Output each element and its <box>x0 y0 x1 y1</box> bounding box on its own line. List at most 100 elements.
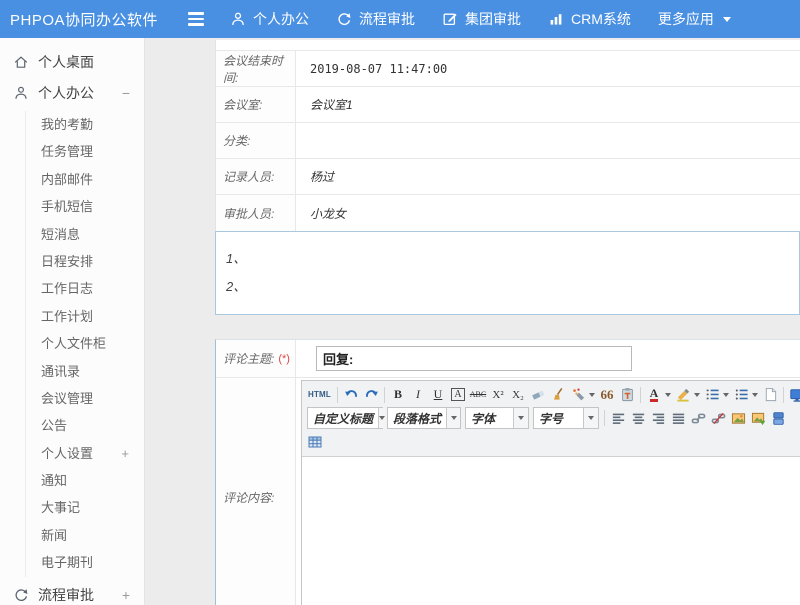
paint-format-icon[interactable] <box>569 384 588 405</box>
table-row: 评论主题: (*) <box>216 340 800 378</box>
undo-icon[interactable] <box>342 384 361 405</box>
underline-button[interactable]: U <box>429 384 448 405</box>
table-row: 记录人员: 杨过 <box>216 159 800 195</box>
sidebar-item-label: 个人办公 <box>38 83 94 103</box>
sidebar-item-label: 个人桌面 <box>38 52 94 72</box>
sidebar-item-workflow-approval[interactable]: 流程审批 + <box>0 580 144 605</box>
sidebar-item-work-diary[interactable]: 工作日志 <box>26 275 144 302</box>
font-size-select[interactable]: 字号 <box>533 407 599 429</box>
chevron-down-icon[interactable] <box>589 393 595 397</box>
nav-group-approval[interactable]: 集团审批 <box>442 9 521 29</box>
nav-label: 集团审批 <box>465 9 521 29</box>
chevron-down-icon[interactable] <box>752 393 758 397</box>
sidebar-item-desktop[interactable]: 个人桌面 <box>0 46 144 77</box>
sidebar-item-internal-mail[interactable]: 内部邮件 <box>26 166 144 193</box>
sidebar-item-personal-office[interactable]: 个人办公 − <box>0 77 144 108</box>
chevron-down-icon[interactable] <box>665 393 671 397</box>
field-label-recorder: 记录人员: <box>216 159 296 194</box>
html-source-button[interactable]: HTML <box>306 384 334 405</box>
sidebar-item-work-plan[interactable]: 工作计划 <box>26 303 144 330</box>
table-icon[interactable] <box>306 431 325 452</box>
collapse-icon[interactable]: − <box>122 85 130 101</box>
align-justify-icon[interactable] <box>669 408 688 429</box>
comment-subject-input[interactable] <box>316 346 632 371</box>
image-icon[interactable] <box>729 408 748 429</box>
home-icon <box>13 54 29 70</box>
link-icon[interactable] <box>689 408 708 429</box>
chevron-down-icon <box>379 416 385 420</box>
flow-icon <box>336 11 352 27</box>
chevron-down-icon[interactable] <box>723 393 729 397</box>
chevron-down-icon <box>518 416 524 420</box>
nav-workflow-approval[interactable]: 流程审批 <box>336 9 415 29</box>
nav-personal-office[interactable]: 个人办公 <box>230 9 309 29</box>
hamburger-menu-icon[interactable] <box>188 12 204 26</box>
sidebar-item-task-management[interactable]: 任务管理 <box>26 138 144 165</box>
eraser-icon[interactable] <box>529 384 548 405</box>
table-row <box>216 40 800 51</box>
sidebar-item-e-journal[interactable]: 电子期刊 <box>26 549 144 576</box>
font-color-button[interactable]: A <box>645 384 664 405</box>
chevron-down-icon[interactable] <box>694 393 700 397</box>
main-content: 会议结束时间: 2019-08-07 11:47:00 会议室: 会议室1 分类… <box>145 38 800 605</box>
heading-select[interactable]: 自定义标题 <box>307 407 383 429</box>
person-icon <box>230 11 246 27</box>
comment-content-label: 评论内容: <box>216 378 296 605</box>
blockquote-button[interactable]: 66 <box>598 384 617 405</box>
font-family-select[interactable]: 字体 <box>465 407 529 429</box>
align-right-icon[interactable] <box>649 408 668 429</box>
sidebar-item-memorabilia[interactable]: 大事记 <box>26 494 144 521</box>
sidebar-item-meeting-management[interactable]: 会议管理 <box>26 385 144 412</box>
unordered-list-icon[interactable] <box>732 384 751 405</box>
ordered-list-icon[interactable] <box>703 384 722 405</box>
expand-icon[interactable]: + <box>122 587 130 603</box>
sidebar-item-schedule[interactable]: 日程安排 <box>26 248 144 275</box>
sidebar-item-label: 流程审批 <box>38 585 94 605</box>
expand-icon[interactable]: + <box>121 440 129 467</box>
toolbar-separator <box>337 387 338 403</box>
sidebar-item-personal-file-cabinet[interactable]: 个人文件柜 <box>26 330 144 357</box>
sidebar-item-personal-settings[interactable]: 个人设置+ <box>26 440 144 467</box>
editor-content-area[interactable] <box>302 457 800 605</box>
required-mark: (*) <box>278 353 290 365</box>
top-nav: 个人办公 流程审批 集团审批 CRM系统 更多应用 <box>230 9 751 29</box>
sidebar-item-contacts[interactable]: 通讯录 <box>26 358 144 385</box>
net-image-icon[interactable] <box>749 408 768 429</box>
sidebar-item-news[interactable]: 新闻 <box>26 522 144 549</box>
nav-crm-system[interactable]: CRM系统 <box>548 9 631 29</box>
sidebar-item-mobile-sms[interactable]: 手机短信 <box>26 193 144 220</box>
unlink-icon[interactable] <box>709 408 728 429</box>
redo-icon[interactable] <box>362 384 381 405</box>
toolbar-separator <box>783 387 784 403</box>
nav-more-apps[interactable]: 更多应用 <box>658 9 714 29</box>
strikethrough-button[interactable]: ABC <box>469 384 488 405</box>
sidebar-item-announcement[interactable]: 公告 <box>26 412 144 439</box>
bold-button[interactable]: B <box>389 384 408 405</box>
toolbar-separator <box>604 410 605 426</box>
align-center-icon[interactable] <box>629 408 648 429</box>
field-value-meeting-end-time: 2019-08-07 11:47:00 <box>296 51 800 86</box>
edit-icon <box>442 11 458 27</box>
new-page-icon[interactable] <box>761 384 780 405</box>
paragraph-format-select[interactable]: 段落格式 <box>387 407 461 429</box>
caret-down-icon[interactable] <box>723 17 731 22</box>
format-brush-icon[interactable] <box>549 384 568 405</box>
media-icon[interactable] <box>769 408 788 429</box>
field-value-meeting-room: 会议室1 <box>296 87 800 122</box>
field-value-approver: 小龙女 <box>296 195 800 231</box>
comment-subject-label: 评论主题: (*) <box>216 340 296 377</box>
fullscreen-icon[interactable] <box>788 384 800 405</box>
font-border-button[interactable]: A <box>449 384 468 405</box>
toolbar-separator <box>384 387 385 403</box>
highlight-color-icon[interactable] <box>674 384 693 405</box>
subscript-button[interactable]: X₂ <box>509 384 528 405</box>
sidebar-item-notice[interactable]: 通知 <box>26 467 144 494</box>
sidebar-item-my-attendance[interactable]: 我的考勤 <box>26 111 144 138</box>
paste-icon[interactable] <box>618 384 637 405</box>
editor-toolbar: HTML B I <box>302 381 800 457</box>
align-left-icon[interactable] <box>609 408 628 429</box>
toolbar-separator <box>640 387 641 403</box>
superscript-button[interactable]: X² <box>489 384 508 405</box>
italic-button[interactable]: I <box>409 384 428 405</box>
sidebar-item-short-message[interactable]: 短消息 <box>26 221 144 248</box>
